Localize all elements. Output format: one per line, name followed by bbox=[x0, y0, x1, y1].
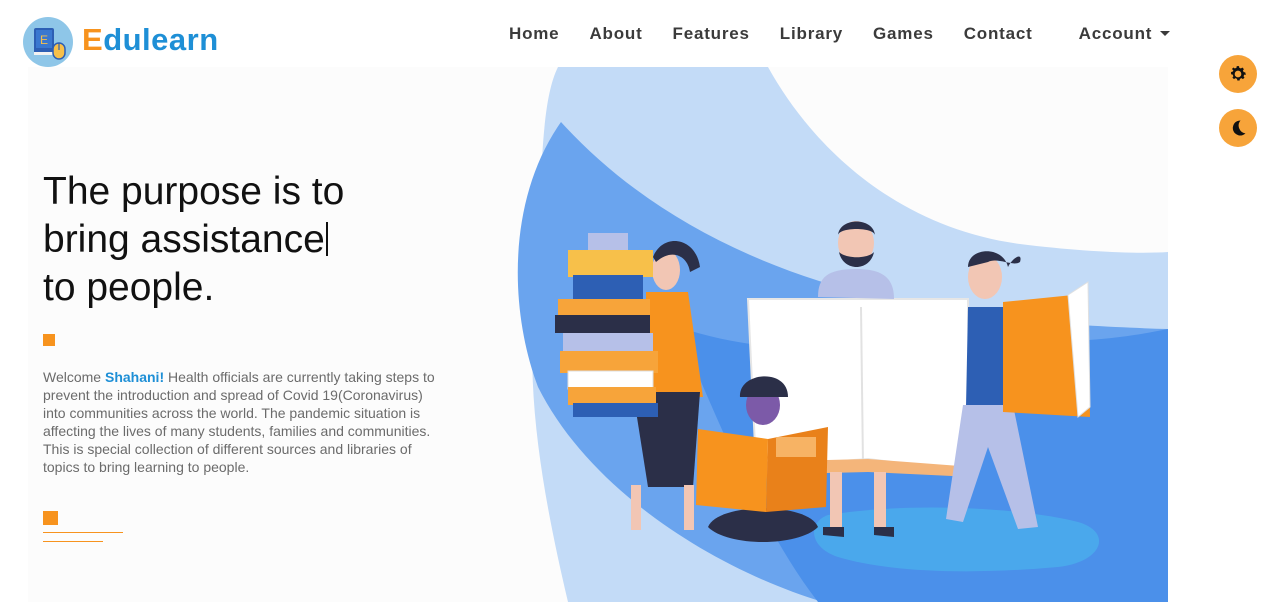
caret-down-icon bbox=[1160, 30, 1171, 36]
description-text: Health officials are currently taking st… bbox=[43, 369, 435, 475]
brand-rest: dulearn bbox=[103, 22, 219, 57]
decorative-square-top bbox=[43, 334, 55, 346]
typing-cursor bbox=[325, 222, 328, 256]
hero-illustration bbox=[517, 67, 1168, 602]
nav-contact[interactable]: Contact bbox=[964, 24, 1033, 44]
nav-games[interactable]: Games bbox=[873, 24, 934, 44]
hero-description: Welcome Shahani! Health officials are cu… bbox=[43, 368, 435, 476]
decorative-square-bottom bbox=[43, 511, 58, 525]
hero-title: The purpose is to bring assistance to pe… bbox=[43, 168, 463, 312]
hero-title-line-2-text: bring assistance bbox=[43, 218, 325, 261]
nav-about[interactable]: About bbox=[589, 24, 642, 44]
hero-section: The purpose is to bring assistance to pe… bbox=[28, 67, 1168, 602]
nav-features[interactable]: Features bbox=[673, 24, 750, 44]
welcome-label: Welcome bbox=[43, 369, 102, 385]
account-dropdown[interactable]: Account bbox=[1079, 24, 1171, 44]
gear-icon bbox=[1231, 66, 1246, 81]
decorative-line-2 bbox=[43, 541, 103, 542]
user-name: Shahani! bbox=[104, 369, 165, 385]
hero-title-line-3: to people. bbox=[43, 266, 215, 309]
logo-icon[interactable]: E bbox=[23, 17, 73, 67]
nav-library[interactable]: Library bbox=[780, 24, 843, 44]
logo-badge-letter: E bbox=[40, 33, 48, 47]
hero-title-line-2: bring assistance bbox=[43, 216, 463, 264]
decorative-line-1 bbox=[43, 532, 123, 533]
moon-icon bbox=[1232, 120, 1246, 136]
theme-toggle-button[interactable] bbox=[1219, 109, 1257, 147]
hero-title-line-1: The purpose is to bbox=[43, 170, 345, 213]
navbar: E Edulearn Home About Features Library G… bbox=[0, 0, 1266, 68]
brand-first-letter: E bbox=[82, 22, 104, 57]
account-label: Account bbox=[1078, 24, 1153, 43]
brand-name[interactable]: Edulearn bbox=[82, 22, 219, 58]
main-nav: Home About Features Library Games Contac… bbox=[509, 24, 1171, 44]
nav-home[interactable]: Home bbox=[509, 24, 559, 44]
settings-button[interactable] bbox=[1219, 55, 1257, 93]
